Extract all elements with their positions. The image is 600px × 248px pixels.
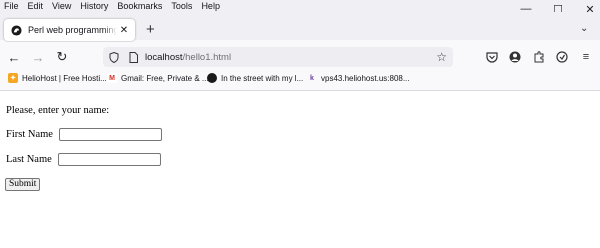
bookmark-label: HelioHost | Free Hosti... bbox=[22, 73, 107, 83]
list-tabs-chevron-icon[interactable]: ⌄ bbox=[580, 23, 588, 34]
first-name-label: First Name bbox=[6, 129, 53, 140]
name-prompt: Please, enter your name: bbox=[6, 105, 110, 116]
bookmark-vps43[interactable]: k vps43.heliohost.us:808... bbox=[307, 70, 410, 86]
app-menu-icon[interactable]: ≡ bbox=[578, 49, 594, 65]
bookmark-gmail[interactable]: M Gmail: Free, Private & ... bbox=[107, 70, 209, 86]
gmail-icon: M bbox=[107, 73, 117, 83]
tab-title: Perl web programming (HTML i bbox=[28, 25, 117, 35]
url-host: localhost bbox=[145, 51, 183, 63]
last-name-label: Last Name bbox=[6, 154, 52, 165]
tab-close-icon[interactable]: ✕ bbox=[117, 25, 131, 36]
last-name-row: Last Name bbox=[6, 153, 161, 166]
perl-camel-icon bbox=[10, 24, 22, 36]
bookmark-heliohost[interactable]: ✦ HelioHost | Free Hosti... bbox=[8, 70, 107, 86]
first-name-row: First Name bbox=[6, 128, 162, 141]
menu-view[interactable]: View bbox=[48, 0, 76, 12]
first-name-input[interactable] bbox=[58, 128, 162, 141]
new-tab-button[interactable]: + bbox=[146, 22, 155, 38]
bookmark-star-icon[interactable]: ☆ bbox=[436, 50, 447, 64]
shield-icon[interactable] bbox=[106, 51, 122, 63]
reload-icon[interactable]: ↻ bbox=[53, 49, 71, 65]
submit-button[interactable]: Submit bbox=[5, 178, 41, 191]
forward-arrow-icon[interactable]: → bbox=[29, 49, 47, 65]
menu-bar: File Edit View History Bookmarks Tools H… bbox=[0, 0, 225, 12]
bookmark-label: In the street with my l... bbox=[221, 73, 304, 83]
addon-icon[interactable] bbox=[554, 49, 570, 65]
page-icon[interactable] bbox=[125, 51, 141, 63]
url-bar[interactable]: localhost/hello1.html ☆ bbox=[103, 47, 453, 67]
url-path: /hello1.html bbox=[182, 51, 232, 63]
menu-edit[interactable]: Edit bbox=[24, 0, 49, 12]
perl-camel-icon bbox=[207, 73, 217, 83]
pocket-icon[interactable] bbox=[484, 49, 500, 65]
extensions-icon[interactable] bbox=[531, 49, 547, 65]
bookmark-in-the-street[interactable]: In the street with my l... bbox=[207, 70, 303, 86]
tab-perl-web-programming[interactable]: Perl web programming (HTML i ✕ bbox=[4, 19, 135, 41]
last-name-input[interactable] bbox=[57, 153, 161, 166]
bookmark-label: vps43.heliohost.us:808... bbox=[321, 73, 410, 83]
bookmarks-toolbar: ✦ HelioHost | Free Hosti... M Gmail: Fre… bbox=[0, 70, 600, 86]
page-content: Please, enter your name: First Name Last… bbox=[0, 90, 600, 248]
account-icon[interactable] bbox=[507, 49, 523, 65]
menu-tools[interactable]: Tools bbox=[167, 0, 197, 12]
menu-help[interactable]: Help bbox=[197, 0, 225, 12]
back-arrow-icon[interactable]: ← bbox=[5, 49, 23, 65]
heliohost-icon: ✦ bbox=[8, 73, 18, 83]
menu-history[interactable]: History bbox=[76, 0, 113, 12]
vps-icon: k bbox=[310, 74, 314, 82]
menu-file[interactable]: File bbox=[0, 0, 24, 12]
menu-bookmarks[interactable]: Bookmarks bbox=[113, 0, 167, 12]
bookmark-label: Gmail: Free, Private & ... bbox=[121, 73, 209, 83]
